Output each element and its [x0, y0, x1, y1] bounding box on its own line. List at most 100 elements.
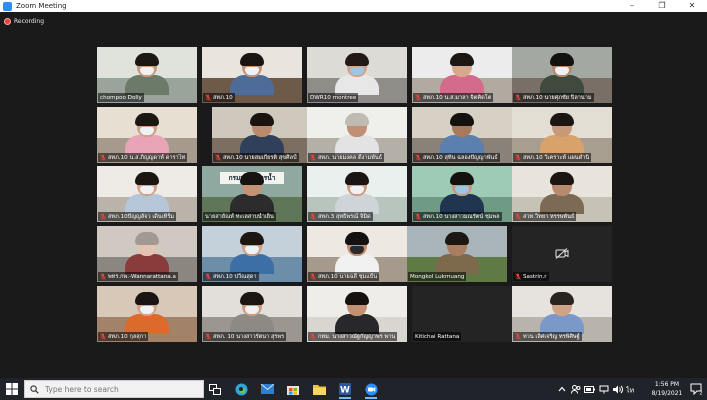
participant-video-figure [540, 53, 584, 95]
face [550, 113, 574, 137]
word-icon[interactable]: W [336, 381, 354, 399]
participant-video-figure [335, 232, 379, 274]
participant-tile[interactable]: กรมทรัพยากรน้ำนายสายัณห์ ทะเลสาบน้ำเย็น [202, 166, 302, 222]
face-mask [245, 246, 259, 254]
participant-tile[interactable]: ทวน เลิศเจริญ ทรพิศิษฐ์ [512, 286, 612, 342]
mic-muted-icon [415, 94, 421, 101]
torso [335, 75, 379, 95]
notification-icon[interactable]: 2 [690, 383, 702, 395]
participant-name: สทภ.10 [213, 94, 233, 101]
participant-name: Kitichai Rattana [415, 333, 460, 340]
torso [125, 254, 169, 274]
svg-text:ไท: ไท [626, 385, 635, 394]
participant-tile[interactable]: สทภ.10 สุทิน ฉลองปัญญาพันธ์ [412, 107, 512, 163]
participant-tile[interactable]: สทภ. 10 นางสาวรัตนา สุรพร [202, 286, 302, 342]
participant-tile[interactable]: พทร.กพ.-Wannarattana.a [97, 226, 197, 282]
torso [335, 254, 379, 274]
hair [240, 53, 264, 66]
participant-name: Mongkol Lukmuang [410, 273, 465, 280]
mic-muted-icon [100, 333, 106, 340]
participant-tile[interactable]: สทภ.10 นายฉลี ชุมแป้น [307, 226, 407, 282]
language-icon[interactable]: ไท [626, 384, 637, 395]
face-mask [245, 306, 259, 314]
participant-name-bar: กทม. นางสาวณัฐกัญญาพร พาน [308, 332, 398, 341]
torso [540, 135, 584, 155]
file-explorer-icon[interactable] [310, 381, 328, 397]
taskbar-clock[interactable]: 1:56 PM 8/19/2021 [648, 380, 686, 398]
people-icon[interactable] [570, 384, 581, 395]
chevron-up-icon[interactable] [556, 384, 567, 395]
participant-tile[interactable]: สทภ.10 นายสมเกียรติ สุขศิลป์ [212, 107, 312, 163]
participant-name-bar: Mongkol Lukmuang [408, 272, 467, 281]
participant-name: นายสายัณห์ ทะเลสาบน้ำเย็น [205, 213, 274, 220]
participant-video-figure [125, 53, 169, 95]
mic-muted-icon [100, 154, 106, 161]
torso [230, 314, 274, 334]
participant-name: สวท.วิทยา หรรษพันธ์ [523, 213, 575, 220]
hair [550, 53, 574, 66]
hair [550, 113, 574, 126]
participant-tile[interactable]: สทภ.10 กุลสุกา [97, 286, 197, 342]
mail-icon[interactable] [258, 381, 276, 397]
participant-tile[interactable]: สทภ.10 น.ส.มาลา จิตคิดโต [412, 47, 512, 103]
face [345, 172, 369, 196]
windows-start-icon[interactable] [6, 383, 18, 395]
participant-video-figure [240, 113, 284, 155]
face [450, 113, 474, 137]
battery-icon[interactable] [584, 384, 595, 395]
participant-name: สทภ.10 ปวีณสุดา [213, 273, 257, 280]
participant-tile[interactable]: สทภ.10 น.ส.ภิญญดาห์ ดาราไท [97, 107, 197, 163]
participant-tile[interactable]: สทภ.10 ปวีณสุดา [202, 226, 302, 282]
torso [335, 194, 379, 214]
participant-tile[interactable]: Sastrin.r [512, 226, 612, 282]
participant-tile[interactable]: สทภ.10 [202, 47, 302, 103]
hair [135, 172, 159, 185]
participant-tile[interactable]: สวท.วิทยา หรรษพันธ์ [512, 166, 612, 222]
participant-name-bar: สทภ.10 นายศุภชัย ปิลานาม [513, 93, 594, 102]
torso [125, 314, 169, 334]
mic-muted-icon [515, 213, 521, 220]
participant-tile[interactable]: Kitichai Rattana [412, 286, 512, 342]
participant-tile[interactable]: สทภ.10 วิเคราะห์ แผนดำนิ [512, 107, 612, 163]
participant-tile[interactable]: สทภ.3 สุทธิพรณ์ จิมิด [307, 166, 407, 222]
participant-name-bar: สทภ.3 สุทธิพรณ์ จิมิด [308, 212, 373, 221]
task-view-icon[interactable] [206, 381, 224, 397]
hair [240, 292, 264, 305]
participant-video-figure [125, 113, 169, 155]
volume-icon[interactable] [612, 384, 623, 395]
participant-tile[interactable]: สทภ.10 นางสาวมณรัตน์ ชุมพล [412, 166, 512, 222]
participant-tile[interactable]: chompoo Dolly [97, 47, 197, 103]
face [135, 113, 159, 137]
participant-name: สทภ.10ปัญญลัจว เดินเทิร์ม [108, 213, 175, 220]
participant-tile[interactable]: Mongkol Lukmuang [407, 226, 507, 282]
participant-name-bar: นายสายัณห์ ทะเลสาบน้ำเย็น [203, 212, 276, 221]
participant-tile[interactable]: DWR10 montree [307, 47, 407, 103]
participant-name: พทร.กพ.-Wannarattana.a [108, 273, 176, 280]
store-icon[interactable] [284, 381, 302, 397]
network-icon[interactable] [598, 384, 609, 395]
hair [345, 53, 369, 66]
participant-tile[interactable]: สทภ.10ปัญญลัจว เดินเทิร์ม [97, 166, 197, 222]
face [135, 232, 159, 256]
hair [450, 113, 474, 126]
participant-tile[interactable]: สทภ. นายมงคล ดีงามพันธ์ [307, 107, 407, 163]
torso [230, 75, 274, 95]
participant-tile[interactable]: สทภ.10 นายศุภชัย ปิลานาม [512, 47, 612, 103]
torso [230, 194, 274, 214]
participant-name: Sastrin.r [523, 273, 547, 280]
participant-name-bar: สทภ.10ปัญญลัจว เดินเทิร์ม [98, 212, 177, 221]
face [240, 232, 264, 256]
mic-muted-icon [100, 273, 106, 280]
participant-tile[interactable]: กทม. นางสาวณัฐกัญญาพร พาน [307, 286, 407, 342]
zoom-app: Zoom Meeting – ❐ ✕ Recording chompoo Dol… [0, 0, 707, 400]
face [240, 292, 264, 316]
edge-browser-icon[interactable] [232, 381, 250, 397]
face-mask [455, 186, 469, 194]
taskbar-search[interactable] [24, 380, 204, 398]
zoom-taskbar-icon[interactable] [362, 381, 380, 399]
participant-video-figure [540, 172, 584, 214]
face [550, 172, 574, 196]
mic-muted-icon [310, 213, 316, 220]
torso [125, 75, 169, 95]
search-input[interactable] [45, 384, 195, 394]
